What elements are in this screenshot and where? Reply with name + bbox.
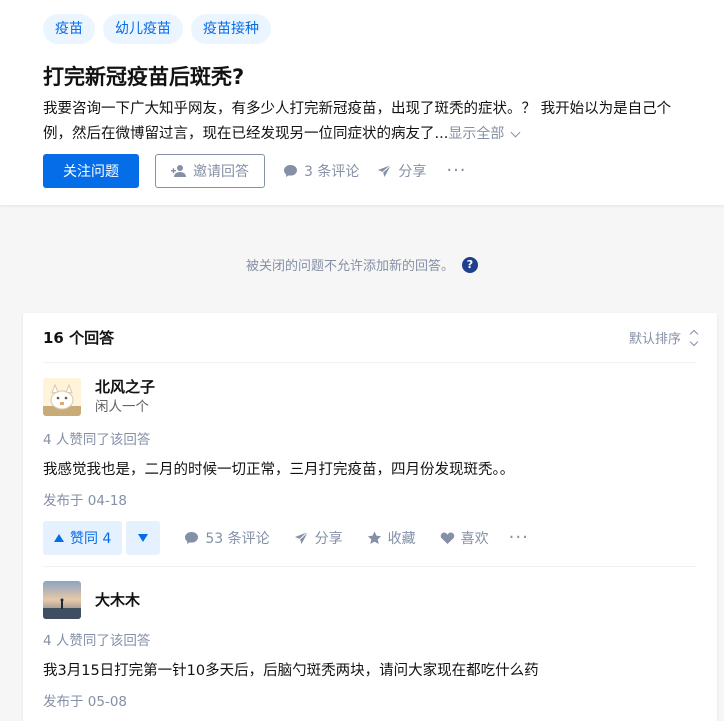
star-icon — [367, 531, 382, 545]
like-button[interactable]: 喜欢 — [440, 528, 489, 548]
question-actions: 关注问题 邀请回答 3 条评论 分享 ··· — [43, 154, 467, 188]
answer-comments-label: 53 条评论 — [205, 531, 270, 547]
topic-list: 疫苗 幼儿疫苗 疫苗接种 — [43, 14, 271, 44]
comment-icon — [184, 531, 199, 545]
answer-divider — [43, 566, 697, 567]
answer-share-label: 分享 — [314, 531, 343, 547]
add-user-icon — [171, 164, 187, 178]
question-detail: 我要咨询一下广大知乎网友，有多少人打完新冠疫苗，出现了斑秃的症状。？ 我开始以为… — [43, 97, 683, 147]
author-name[interactable]: 大木木 — [95, 590, 140, 610]
avatar[interactable] — [43, 378, 81, 416]
question-card: 疫苗 幼儿疫苗 疫苗接种 打完新冠疫苗后斑秃? 我要咨询一下广大知乎网友，有多少… — [0, 0, 724, 205]
question-detail-line: 例，然后在微博留过言，现在已经发现另一位同症状的病友了... — [43, 126, 449, 142]
answer-item: 北风之子 闲人一个 4 人赞同了该回答 我感觉我也是，二月的时候一切正常，三月打… — [43, 377, 697, 555]
like-label: 喜欢 — [460, 531, 489, 547]
author-name[interactable]: 北风之子 — [95, 377, 155, 397]
follow-question-button[interactable]: 关注问题 — [43, 154, 139, 188]
upvote-label: 赞同 4 — [70, 531, 112, 547]
answer-content[interactable]: 我3月15日打完第一针10多天后，后脑勺斑秃两块，请问大家现在都吃什么药 — [43, 659, 697, 683]
answer-count: 16 个回答 — [43, 329, 115, 347]
chevron-down-icon[interactable] — [510, 127, 521, 138]
sort-icon — [689, 329, 699, 346]
answer-item: 大木木 4 人赞同了该回答 我3月15日打完第一针10多天后，后脑勺斑秃两块，请… — [43, 581, 697, 721]
author-bio: 闲人一个 — [95, 399, 149, 415]
share-icon — [377, 164, 392, 178]
answer-comments-button[interactable]: 53 条评论 — [184, 528, 270, 548]
author-info: 大木木 — [43, 581, 697, 619]
votes-meta: 4 人赞同了该回答 — [43, 633, 151, 649]
votes-meta: 4 人赞同了该回答 — [43, 432, 151, 448]
question-title: 打完新冠疫苗后斑秃? — [43, 65, 245, 89]
arrow-up-icon — [54, 534, 64, 542]
topic-tag[interactable]: 疫苗 — [43, 14, 95, 44]
downvote-button[interactable] — [126, 521, 161, 555]
answers-header: 16 个回答 默认排序 — [43, 313, 699, 363]
topic-tag[interactable]: 疫苗接种 — [191, 14, 271, 44]
heart-icon — [440, 531, 455, 545]
show-all-link[interactable]: 显示全部 — [448, 126, 504, 142]
answer-content[interactable]: 我感觉我也是，二月的时候一切正常，三月打完疫苗，四月份发现斑秃。。 — [43, 458, 697, 482]
answer-time[interactable]: 发布于 05-08 — [43, 693, 697, 711]
question-share-button[interactable]: 分享 — [377, 161, 426, 181]
answer-share-button[interactable]: 分享 — [294, 528, 343, 548]
topic-tag[interactable]: 幼儿疫苗 — [103, 14, 183, 44]
closed-notice: 被关闭的问题不允许添加新的回答。 ? — [0, 255, 724, 274]
sort-dropdown[interactable]: 默认排序 — [628, 328, 699, 347]
collect-label: 收藏 — [387, 531, 416, 547]
answer-time[interactable]: 发布于 04-18 — [43, 492, 697, 510]
arrow-down-icon — [138, 534, 149, 542]
question-share-label: 分享 — [398, 164, 427, 180]
help-icon[interactable]: ? — [462, 256, 478, 273]
comment-icon — [283, 164, 298, 178]
question-comments-label: 3 条评论 — [304, 164, 360, 180]
share-icon — [294, 531, 309, 545]
closed-notice-text: 被关闭的问题不允许添加新的回答。 — [245, 259, 454, 274]
more-icon[interactable]: ··· — [446, 162, 466, 180]
invite-answer-button[interactable]: 邀请回答 — [155, 154, 265, 188]
avatar[interactable] — [43, 581, 81, 619]
more-icon[interactable]: ··· — [509, 529, 529, 547]
author-info: 北风之子 闲人一个 — [43, 377, 697, 417]
invite-answer-label: 邀请回答 — [193, 164, 249, 180]
question-detail-line: 我要咨询一下广大知乎网友，有多少人打完新冠疫苗，出现了斑秃的症状。？ 我开始以为… — [43, 101, 672, 117]
collect-button[interactable]: 收藏 — [367, 528, 416, 548]
answer-actions: 赞同 4 53 条评论 分享 收藏 喜欢 ··· — [43, 521, 697, 555]
sort-label: 默认排序 — [628, 332, 681, 347]
answers-card: 16 个回答 默认排序 北风之子 闲人一个 4 人赞同了该回答 我感觉我也是，二… — [23, 313, 717, 721]
upvote-button[interactable]: 赞同 4 — [43, 521, 123, 555]
question-comments-button[interactable]: 3 条评论 — [283, 161, 359, 181]
